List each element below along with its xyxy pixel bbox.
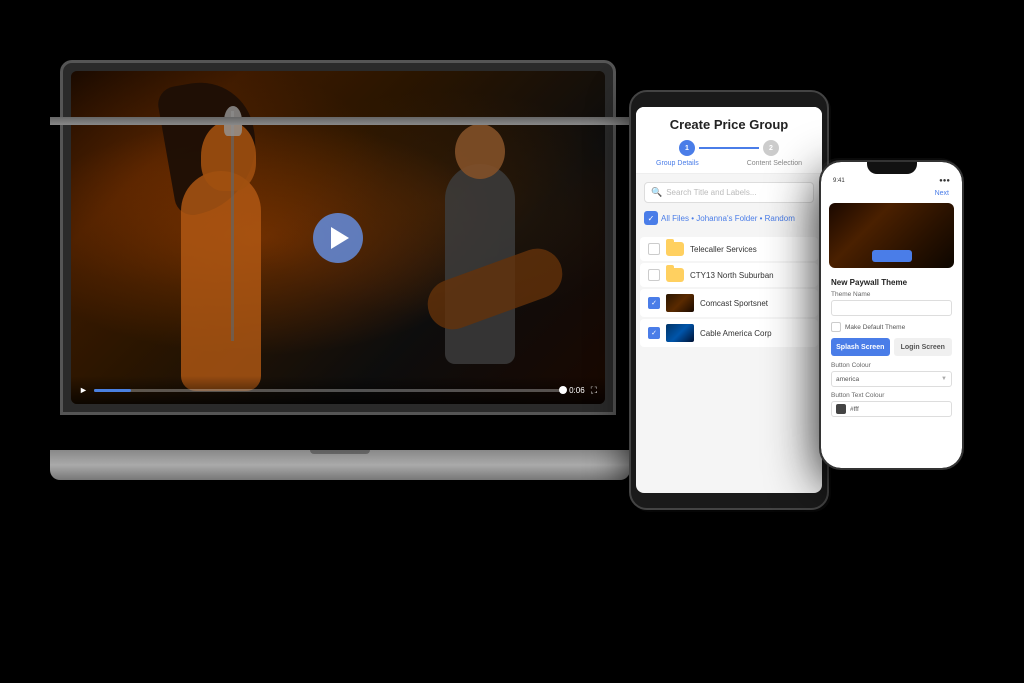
tablet-screen: Create Price Group 1 2 Group Details Con… [636, 107, 822, 493]
default-theme-row: Make Default Theme [831, 322, 952, 332]
tablet-steps: 1 2 [646, 140, 812, 156]
phone-screen: 9:41 ●●● Next New Paywall Theme Theme Na… [821, 162, 962, 468]
step-2-label: Content Selection [747, 160, 802, 167]
phone-signal: ●●● [939, 178, 950, 184]
guitarist-head [455, 124, 505, 179]
video-progress-bar[interactable] [94, 389, 563, 392]
item-name-4: Cable America Corp [700, 329, 810, 338]
splash-screen-button[interactable]: Splash Screen [831, 338, 890, 356]
item-name-1: Telecaller Services [690, 245, 810, 254]
search-placeholder-text: Search Title and Labels... [666, 188, 756, 197]
search-icon: 🔍 [651, 187, 662, 198]
screen-type-buttons: Splash Screen Login Screen [831, 338, 952, 356]
breadcrumb-path: All Files • Johanna's Folder • Random [661, 214, 795, 223]
phone-navbar: Next [821, 188, 962, 203]
button-colour-dropdown[interactable]: america ▼ [831, 371, 952, 387]
button-colour-value: america [836, 376, 859, 383]
default-theme-checkbox[interactable] [831, 322, 841, 332]
step-1-circle: 1 [679, 140, 695, 156]
breadcrumb-check-icon [644, 211, 658, 225]
laptop-screen-outer: ► 0:06 ⛶ [60, 60, 616, 415]
button-text-colour-label: Button Text Colour [831, 392, 952, 399]
phone-time: 9:41 [833, 178, 845, 184]
dropdown-arrow-1: ▼ [941, 376, 947, 382]
phone-section-title: New Paywall Theme [821, 276, 962, 291]
laptop-base [50, 450, 630, 480]
phone-next-button[interactable]: Next [930, 188, 954, 199]
default-theme-label: Make Default Theme [845, 324, 905, 331]
list-item[interactable]: Comcast Sportsnet [640, 289, 818, 317]
laptop-device: ► 0:06 ⛶ [50, 60, 630, 480]
phone-notch [867, 162, 917, 174]
button-text-colour-input[interactable]: #fff [831, 401, 952, 417]
item-checkbox-1[interactable] [648, 243, 660, 255]
list-item[interactable]: Telecaller Services [640, 237, 818, 261]
item-checkbox-4[interactable] [648, 327, 660, 339]
video-thumb-3 [666, 294, 694, 312]
tablet-file-list: Telecaller Services CTY13 North Suburban… [636, 231, 822, 493]
volume-icon[interactable]: ► [79, 385, 88, 395]
list-item[interactable]: Cable America Corp [640, 319, 818, 347]
item-checkbox-2[interactable] [648, 269, 660, 281]
video-time: 0:06 [569, 386, 585, 395]
list-item[interactable]: CTY13 North Suburban [640, 263, 818, 287]
theme-name-label: Theme Name [831, 291, 952, 298]
phone-form: Theme Name Make Default Theme Splash Scr… [821, 291, 962, 468]
theme-name-input[interactable] [831, 300, 952, 316]
step-2-circle: 2 [763, 140, 779, 156]
item-checkbox-3[interactable] [648, 297, 660, 309]
tablet-device: Create Price Group 1 2 Group Details Con… [629, 90, 829, 510]
step-1-label: Group Details [656, 160, 699, 167]
color-hex-value: #fff [850, 406, 859, 413]
fullscreen-icon[interactable]: ⛶ [591, 385, 597, 396]
tablet-header: Create Price Group 1 2 Group Details Con… [636, 107, 822, 174]
video-controls-bar: ► 0:06 ⛶ [71, 376, 605, 404]
progress-fill [94, 389, 132, 392]
progress-dot [559, 386, 567, 394]
phone-device: 9:41 ●●● Next New Paywall Theme Theme Na… [819, 160, 964, 470]
login-screen-button[interactable]: Login Screen [894, 338, 953, 356]
tablet-breadcrumb: All Files • Johanna's Folder • Random [636, 211, 822, 231]
folder-icon-1 [666, 242, 684, 256]
item-name-3: Comcast Sportsnet [700, 299, 810, 308]
video-play-button[interactable] [313, 213, 363, 263]
button-colour-label: Button Colour [831, 362, 952, 369]
tablet-title: Create Price Group [646, 117, 812, 132]
phone-status-bar: 9:41 ●●● [821, 176, 962, 188]
tablet-search-bar[interactable]: 🔍 Search Title and Labels... [644, 182, 814, 203]
laptop-hinge [50, 117, 630, 125]
video-thumb-4 [666, 324, 694, 342]
scene: ► 0:06 ⛶ Create Price Group [0, 0, 1024, 683]
phone-content: 9:41 ●●● Next New Paywall Theme Theme Na… [821, 162, 962, 468]
phone-hero-image [829, 203, 954, 268]
tablet-content: Create Price Group 1 2 Group Details Con… [636, 107, 822, 493]
color-swatch [836, 404, 846, 414]
step-connector-line [699, 147, 759, 149]
folder-icon-2 [666, 268, 684, 282]
step-labels: Group Details Content Selection [646, 160, 812, 167]
singer-body [181, 171, 261, 391]
item-name-2: CTY13 North Suburban [690, 271, 810, 280]
guitarist-silhouette [425, 114, 575, 364]
mic-stand [231, 111, 234, 341]
